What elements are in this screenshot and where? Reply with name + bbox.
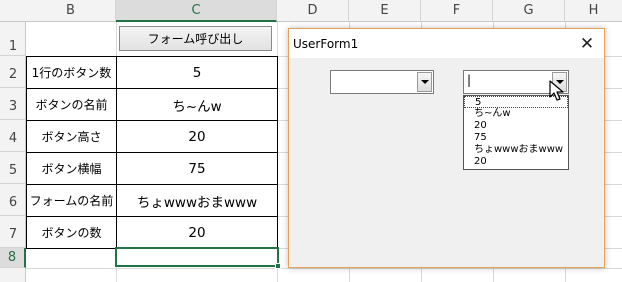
- row-header-3[interactable]: 3: [0, 88, 26, 120]
- value-cell-button-width[interactable]: 75: [117, 153, 277, 184]
- column-header-h[interactable]: H: [565, 0, 622, 22]
- column-headers: B C D E F G H: [0, 0, 622, 22]
- dropdown-option[interactable]: ちょwwwおまwww: [464, 144, 568, 156]
- combobox-2-dropdown-list: 5 ち~んw 20 75 ちょwwwおまwww 20: [463, 95, 569, 170]
- value-cell-form-name[interactable]: ちょwwwおまwww: [117, 185, 277, 216]
- row-header-8[interactable]: 8: [0, 248, 26, 268]
- column-header-c[interactable]: C: [116, 0, 277, 22]
- chevron-down-icon: [420, 80, 429, 84]
- userform-title: UserForm1: [293, 36, 359, 51]
- label-cell-button-count[interactable]: ボタンの数: [27, 217, 116, 248]
- mouse-pointer-icon: [549, 80, 564, 101]
- value-cell-button-name[interactable]: ち~んw: [117, 89, 277, 120]
- combobox-2-value: |: [467, 73, 472, 87]
- label-cell-button-width[interactable]: ボタン横幅: [27, 153, 116, 184]
- open-form-button[interactable]: フォーム呼び出し: [119, 26, 272, 51]
- value-cell-buttons-per-row[interactable]: 5: [117, 57, 277, 88]
- dropdown-option[interactable]: 75: [464, 132, 568, 144]
- value-cell-button-count[interactable]: 20: [117, 217, 277, 248]
- combobox-1-dropdown-button[interactable]: [417, 72, 432, 92]
- column-header-g[interactable]: G: [493, 0, 565, 22]
- label-cell-button-name[interactable]: ボタンの名前: [27, 89, 116, 120]
- column-header-f[interactable]: F: [421, 0, 493, 22]
- userform-window: UserForm1 ✕ | 5 ち~んw 20 75 ちょwwwおまwww 20: [288, 28, 605, 268]
- row-header-4[interactable]: 4: [0, 120, 26, 152]
- row-header-6[interactable]: 6: [0, 184, 26, 216]
- column-header-b[interactable]: B: [26, 0, 116, 22]
- close-icon[interactable]: ✕: [576, 33, 598, 55]
- userform-titlebar[interactable]: UserForm1 ✕: [289, 29, 604, 58]
- label-cell-buttons-per-row[interactable]: 1行のボタン数: [27, 57, 116, 88]
- dropdown-option[interactable]: 20: [464, 156, 568, 168]
- active-cell-c8[interactable]: [115, 247, 279, 267]
- row-header-7[interactable]: 7: [0, 216, 26, 248]
- label-cell-form-name[interactable]: フォームの名前: [27, 185, 116, 216]
- fill-handle[interactable]: [275, 263, 281, 269]
- grid-line: [26, 268, 622, 269]
- column-header-d[interactable]: D: [277, 0, 349, 22]
- combobox-1[interactable]: [330, 70, 434, 94]
- row-header-2[interactable]: 2: [0, 56, 26, 88]
- dropdown-option[interactable]: 20: [464, 120, 568, 132]
- dropdown-option[interactable]: ち~んw: [464, 108, 568, 120]
- row-header-1[interactable]: 1: [0, 22, 26, 56]
- label-cell-button-height[interactable]: ボタン高さ: [27, 121, 116, 152]
- value-cell-button-height[interactable]: 20: [117, 121, 277, 152]
- row-header-5[interactable]: 5: [0, 152, 26, 184]
- column-header-e[interactable]: E: [349, 0, 421, 22]
